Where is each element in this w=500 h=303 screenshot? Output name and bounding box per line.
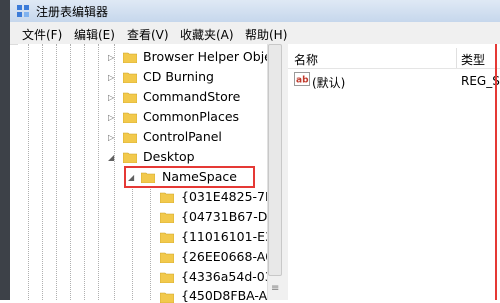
expand-arrow-icon[interactable]: ▷ (108, 133, 114, 142)
highlight-annotation-line (495, 44, 497, 300)
expand-arrow-icon[interactable]: ▷ (108, 113, 114, 122)
tree-item[interactable]: CommandStore (143, 89, 240, 104)
tree-item[interactable]: Desktop (143, 149, 195, 164)
desktop-edge (0, 0, 10, 300)
folder-icon (123, 92, 137, 103)
tree-guide (150, 186, 151, 300)
menu-help[interactable]: 帮助(H) (245, 26, 287, 43)
menu-view[interactable]: 查看(V) (127, 26, 169, 43)
folder-icon (160, 212, 174, 223)
tree-guide (132, 186, 133, 300)
menu-favorites[interactable]: 收藏夹(A) (180, 26, 234, 43)
folder-icon (123, 72, 137, 83)
svg-text:ab: ab (296, 76, 309, 86)
tree-guide (84, 44, 85, 300)
window-title: 注册表编辑器 (36, 5, 109, 19)
scroll-grip-icon[interactable]: ≡ (271, 283, 279, 294)
tree-item[interactable]: Browser Helper Obje (143, 49, 272, 64)
folder-icon (123, 52, 137, 63)
tree-guide (42, 44, 43, 300)
highlight-annotation (124, 166, 255, 188)
folder-icon (160, 292, 174, 303)
scrollbar-thumb[interactable] (268, 44, 282, 276)
tree-item[interactable]: CD Burning (143, 69, 214, 84)
folder-icon (160, 232, 174, 243)
expand-arrow-icon[interactable]: ▷ (108, 53, 114, 62)
menu-edit[interactable]: 编辑(E) (74, 26, 115, 43)
folder-icon (123, 112, 137, 123)
collapse-arrow-icon[interactable]: ◢ (108, 153, 114, 162)
menu-file[interactable]: 文件(F) (22, 26, 62, 43)
tree-item[interactable]: ControlPanel (143, 129, 222, 144)
tree-guide (56, 44, 57, 300)
tree-item[interactable]: {4336a54d-038 (181, 269, 281, 284)
folder-icon (123, 132, 137, 143)
tree-guide (28, 44, 29, 300)
folder-icon (160, 252, 174, 263)
tree-guide (114, 44, 115, 300)
tree-item[interactable]: {04731B67-D9 (181, 209, 275, 224)
tree-item[interactable]: CommonPlaces (143, 109, 239, 124)
expand-arrow-icon[interactable]: ▷ (108, 73, 114, 82)
folder-icon (123, 152, 137, 163)
tree-guide (98, 44, 99, 300)
value-name[interactable]: (默认) (312, 74, 345, 91)
folder-icon (160, 272, 174, 283)
expand-arrow-icon[interactable]: ▷ (108, 93, 114, 102)
string-value-icon: ab (294, 72, 310, 86)
column-name[interactable]: 名称 (294, 51, 318, 68)
regedit-icon (17, 5, 29, 17)
tree-guide (70, 44, 71, 300)
column-type[interactable]: 类型 (461, 51, 485, 68)
tree-item[interactable]: {11016101-E36 (181, 229, 281, 244)
tree-item[interactable]: {450D8FBA-AD (181, 288, 277, 303)
folder-icon (160, 192, 174, 203)
column-divider[interactable] (456, 48, 457, 68)
